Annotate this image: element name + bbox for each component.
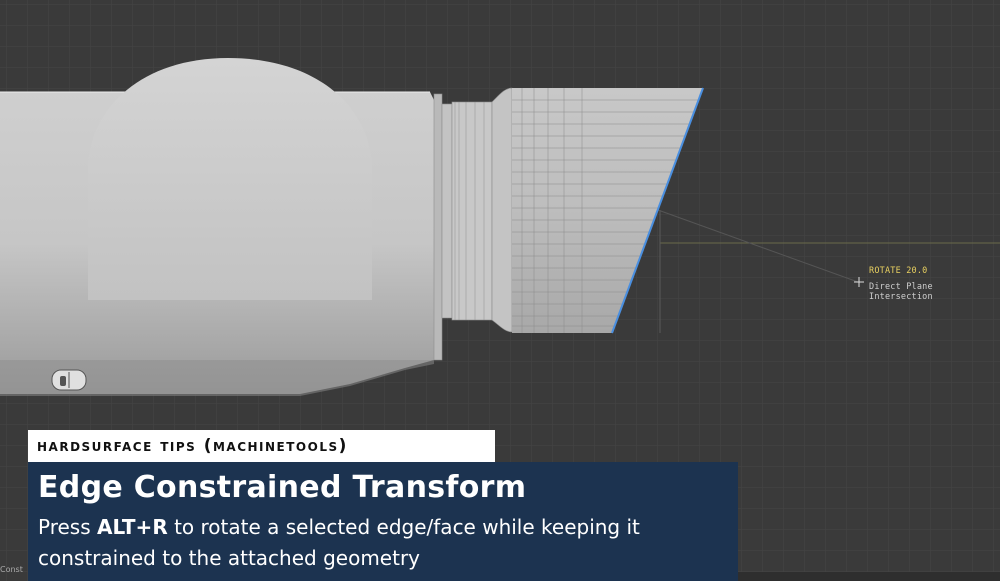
hud-operation-readout: ROTATE 20.0 <box>869 266 928 276</box>
series-tag-text: Hardsurface Tips (MACHINEtools) <box>37 436 348 456</box>
caption-title: Edge Constrained Transform <box>38 470 527 505</box>
collar-ring-2 <box>441 103 453 319</box>
collar-body <box>451 101 493 321</box>
nozzle-transition <box>491 87 513 333</box>
caption-panel: Edge Constrained Transform Press ALT+R t… <box>28 462 738 581</box>
caption-body-pre: Press <box>38 515 97 539</box>
caption-body: Press ALT+R to rotate a selected edge/fa… <box>38 512 738 574</box>
series-tag-banner: Hardsurface Tips (MACHINEtools) <box>28 430 495 462</box>
clip-detail <box>51 369 87 391</box>
dome-shape[interactable] <box>88 58 372 300</box>
collar-ring-1 <box>433 93 443 361</box>
caption-hotkey: ALT+R <box>97 515 168 539</box>
status-bar-text: Const <box>0 565 23 574</box>
hud-mode-readout: Direct Plane Intersection <box>869 282 933 302</box>
status-bar <box>738 572 1000 581</box>
